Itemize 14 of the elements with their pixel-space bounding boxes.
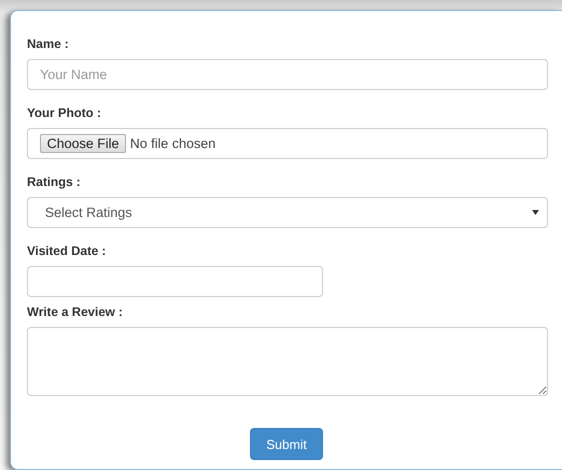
name-field[interactable]: Your Name: [27, 59, 548, 90]
field-label: Visited Date :: [27, 243, 107, 259]
date-field[interactable]: [27, 266, 323, 297]
submit-button[interactable]: Submit: [250, 428, 323, 460]
field-label: Ratings :: [27, 174, 82, 190]
file-field[interactable]: Choose File No file chosen: [27, 128, 548, 159]
caret-icon: [532, 210, 539, 215]
ratings-dropdown[interactable]: Select Ratings: [27, 197, 548, 228]
choose-file-button[interactable]: Choose File: [40, 134, 126, 153]
review-field[interactable]: [27, 327, 548, 396]
field-label: Your Photo :: [27, 105, 102, 121]
field-label: Name :: [27, 36, 70, 52]
field-label: Write a Review :: [27, 304, 124, 320]
file-status: No file chosen: [130, 136, 216, 151]
